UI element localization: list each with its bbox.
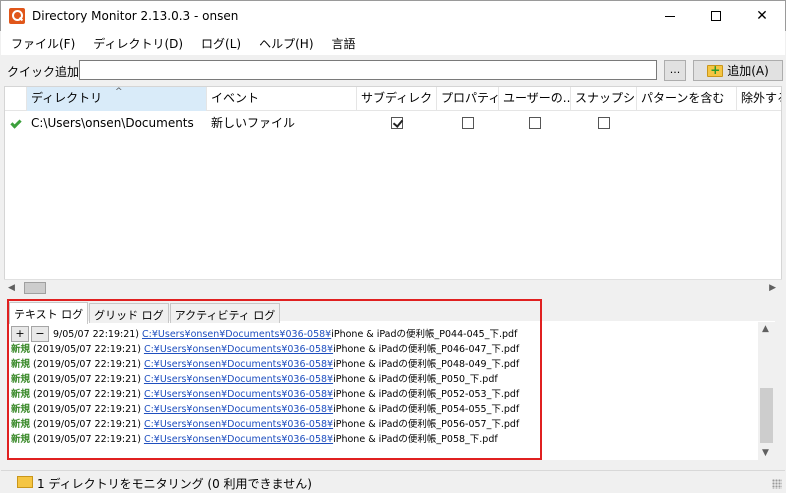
column-subdirectory[interactable]: サブディレクトリ xyxy=(357,87,437,111)
status-bar: 1 ディレクトリをモニタリング (0 利用できません) xyxy=(1,470,785,492)
row-subdirectory-cell xyxy=(357,112,437,134)
log-vertical-scrollbar[interactable]: ▲ ▼ xyxy=(758,322,775,460)
menu-bar: ファイル(F) ディレクトリ(D) ログ(L) ヘルプ(H) 言語 xyxy=(1,31,785,55)
property-checkbox[interactable] xyxy=(462,117,474,129)
minimize-icon xyxy=(665,15,675,17)
sort-ascending-icon: ^ xyxy=(115,87,123,97)
snapshot-checkbox[interactable] xyxy=(598,117,610,129)
column-user[interactable]: ユーザーの... xyxy=(499,87,571,111)
quick-add-label: クイック追加: xyxy=(7,65,84,79)
grid-horizontal-scrollbar[interactable]: ◀ ▶ xyxy=(4,279,782,296)
directory-monitor-icon xyxy=(9,8,25,24)
column-property[interactable]: プロパティ xyxy=(437,87,499,111)
row-event: 新しいファイル xyxy=(211,116,296,130)
scroll-up-icon[interactable]: ▲ xyxy=(762,324,769,334)
column-property-label: プロパティ xyxy=(441,91,499,105)
log-tabs: テキスト ログ グリッド ログ アクティビティ ログ xyxy=(9,302,281,324)
resize-grip[interactable] xyxy=(772,479,782,489)
add-button-label: 追加(A) xyxy=(727,64,769,78)
folder-add-icon xyxy=(707,63,724,77)
menu-language[interactable]: 言語 xyxy=(324,35,364,52)
column-snapshot-label: スナップシ... xyxy=(575,91,636,105)
user-checkbox[interactable] xyxy=(529,117,541,129)
maximize-button[interactable] xyxy=(693,1,739,31)
menu-help[interactable]: ヘルプ(H) xyxy=(251,35,321,52)
column-subdirectory-label: サブディレクトリ xyxy=(361,91,436,105)
menu-directory[interactable]: ディレクトリ(D) xyxy=(85,35,191,52)
close-icon: ✕ xyxy=(756,8,768,24)
subdirectory-checkbox[interactable] xyxy=(391,117,403,129)
column-directory-label: ディレクトリ xyxy=(31,91,103,105)
table-row[interactable]: C:\Users\onsen\Documents 新しいファイル xyxy=(5,112,781,134)
column-exclude[interactable]: 除外する xyxy=(737,87,781,111)
quick-add-input[interactable] xyxy=(79,60,657,80)
row-property-cell xyxy=(437,112,499,134)
column-snapshot[interactable]: スナップシ... xyxy=(571,87,637,111)
title-bar: Directory Monitor 2.13.0.3 - onsen ✕ xyxy=(0,0,786,31)
column-exclude-label: 除外する xyxy=(741,91,781,105)
tab-activity-log[interactable]: アクティビティ ログ xyxy=(169,303,281,323)
row-directory: C:\Users\onsen\Documents xyxy=(31,116,194,130)
menu-log[interactable]: ログ(L) xyxy=(193,35,249,52)
column-directory[interactable]: ^ ディレクトリ xyxy=(27,87,207,111)
tab-grid-log[interactable]: グリッド ログ xyxy=(89,303,169,323)
add-button[interactable]: 追加(A) xyxy=(693,60,783,81)
menu-file[interactable]: ファイル(F) xyxy=(3,35,83,52)
row-user-cell xyxy=(499,112,571,134)
close-button[interactable]: ✕ xyxy=(739,1,785,31)
row-status-cell xyxy=(5,112,27,134)
folder-icon xyxy=(17,476,33,488)
status-text: 1 ディレクトリをモニタリング (0 利用できません) xyxy=(37,477,312,491)
window-title: Directory Monitor 2.13.0.3 - onsen xyxy=(32,9,239,23)
scroll-thumb[interactable] xyxy=(760,388,773,443)
log-panel-highlight: テキスト ログ グリッド ログ アクティビティ ログ xyxy=(7,299,542,460)
column-event-label: イベント xyxy=(211,91,260,105)
scroll-right-icon[interactable]: ▶ xyxy=(769,283,776,293)
check-icon xyxy=(10,117,22,129)
directory-grid: ^ ディレクトリ イベント サブディレクトリ プロパティ ユーザーの... スナ… xyxy=(4,86,782,296)
minimize-button[interactable] xyxy=(647,1,693,31)
scroll-thumb[interactable] xyxy=(24,282,46,294)
browse-button[interactable]: ... xyxy=(664,60,686,81)
column-status xyxy=(5,87,27,111)
column-include-pattern-label: パターンを含む xyxy=(641,91,725,105)
maximize-icon xyxy=(711,11,721,21)
scroll-left-icon[interactable]: ◀ xyxy=(8,283,15,293)
grid-header: ^ ディレクトリ イベント サブディレクトリ プロパティ ユーザーの... スナ… xyxy=(5,87,781,111)
column-include-pattern[interactable]: パターンを含む xyxy=(637,87,737,111)
column-event[interactable]: イベント xyxy=(207,87,357,111)
quick-add-bar: クイック追加: ... 追加(A) xyxy=(1,55,785,85)
scroll-down-icon[interactable]: ▼ xyxy=(762,448,769,458)
column-user-label: ユーザーの... xyxy=(503,91,571,105)
tab-text-log[interactable]: テキスト ログ xyxy=(9,302,89,324)
row-snapshot-cell xyxy=(571,112,637,134)
